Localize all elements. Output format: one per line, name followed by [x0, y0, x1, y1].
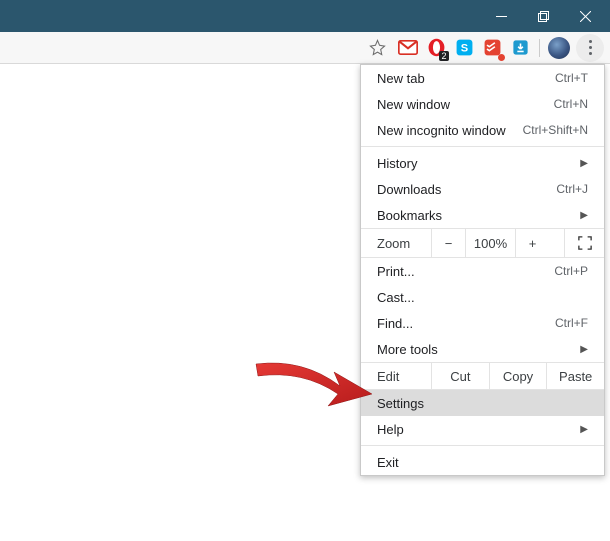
menu-label: Print...: [377, 264, 415, 279]
menu-label: More tools: [377, 342, 438, 357]
menu-label: Downloads: [377, 182, 441, 197]
window-minimize-button[interactable]: [480, 0, 522, 32]
todoist-extension-icon[interactable]: [481, 37, 503, 59]
menu-shortcut: Ctrl+P: [554, 264, 588, 278]
chrome-main-menu: New tab Ctrl+T New window Ctrl+N New inc…: [360, 64, 605, 476]
menu-item-downloads[interactable]: Downloads Ctrl+J: [361, 176, 604, 202]
annotation-arrow-icon: [248, 336, 378, 416]
menu-item-history[interactable]: History ▶: [361, 150, 604, 176]
cut-button[interactable]: Cut: [431, 363, 489, 389]
zoom-label: Zoom: [361, 236, 431, 251]
copy-button[interactable]: Copy: [489, 363, 547, 389]
menu-label: Exit: [377, 455, 399, 470]
extension-badge: 2: [439, 51, 449, 61]
chrome-menu-button[interactable]: [576, 34, 604, 62]
toolbar-separator: [539, 39, 540, 57]
menu-item-exit[interactable]: Exit: [361, 449, 604, 475]
svg-text:S: S: [460, 42, 467, 54]
menu-divider: [361, 146, 604, 147]
menu-label: Cast...: [377, 290, 415, 305]
submenu-arrow-icon: ▶: [580, 158, 588, 169]
window-titlebar: [0, 0, 610, 32]
zoom-out-button[interactable]: −: [431, 229, 465, 257]
menu-shortcut: Ctrl+T: [555, 71, 588, 85]
menu-item-more-tools[interactable]: More tools ▶: [361, 336, 604, 362]
menu-label: Settings: [377, 396, 424, 411]
edit-label: Edit: [361, 363, 431, 389]
submenu-arrow-icon: ▶: [580, 344, 588, 355]
downloader-extension-icon[interactable]: [509, 37, 531, 59]
menu-shortcut: Ctrl+Shift+N: [523, 123, 588, 137]
gmail-extension-icon[interactable]: [397, 37, 419, 59]
menu-item-print[interactable]: Print... Ctrl+P: [361, 258, 604, 284]
menu-shortcut: Ctrl+N: [554, 97, 588, 111]
browser-toolbar: 2 S: [0, 32, 610, 64]
fullscreen-button[interactable]: [564, 229, 604, 257]
menu-item-bookmarks[interactable]: Bookmarks ▶: [361, 202, 604, 228]
menu-item-new-window[interactable]: New window Ctrl+N: [361, 91, 604, 117]
profile-avatar[interactable]: [548, 37, 570, 59]
menu-item-settings[interactable]: Settings: [361, 390, 604, 416]
menu-divider: [361, 445, 604, 446]
menu-label: New incognito window: [377, 123, 506, 138]
paste-button[interactable]: Paste: [546, 363, 604, 389]
menu-item-new-tab[interactable]: New tab Ctrl+T: [361, 65, 604, 91]
menu-item-new-incognito[interactable]: New incognito window Ctrl+Shift+N: [361, 117, 604, 143]
menu-zoom-row: Zoom − 100% +: [361, 228, 604, 258]
notification-dot-icon: [498, 54, 505, 61]
menu-item-help[interactable]: Help ▶: [361, 416, 604, 442]
menu-label: History: [377, 156, 417, 171]
submenu-arrow-icon: ▶: [580, 424, 588, 435]
menu-label: New tab: [377, 71, 425, 86]
menu-shortcut: Ctrl+F: [555, 316, 588, 330]
menu-label: Find...: [377, 316, 413, 331]
menu-item-cast[interactable]: Cast...: [361, 284, 604, 310]
menu-label: Help: [377, 422, 404, 437]
menu-label: Bookmarks: [377, 208, 442, 223]
window-maximize-button[interactable]: [522, 0, 564, 32]
skype-extension-icon[interactable]: S: [453, 37, 475, 59]
zoom-in-button[interactable]: +: [515, 229, 549, 257]
window-close-button[interactable]: [564, 0, 606, 32]
submenu-arrow-icon: ▶: [580, 210, 588, 221]
zoom-value: 100%: [465, 229, 515, 257]
menu-edit-row: Edit Cut Copy Paste: [361, 362, 604, 390]
bookmark-star-icon[interactable]: [363, 34, 391, 62]
opera-extension-icon[interactable]: 2: [425, 37, 447, 59]
menu-label: New window: [377, 97, 450, 112]
menu-shortcut: Ctrl+J: [556, 182, 588, 196]
menu-item-find[interactable]: Find... Ctrl+F: [361, 310, 604, 336]
